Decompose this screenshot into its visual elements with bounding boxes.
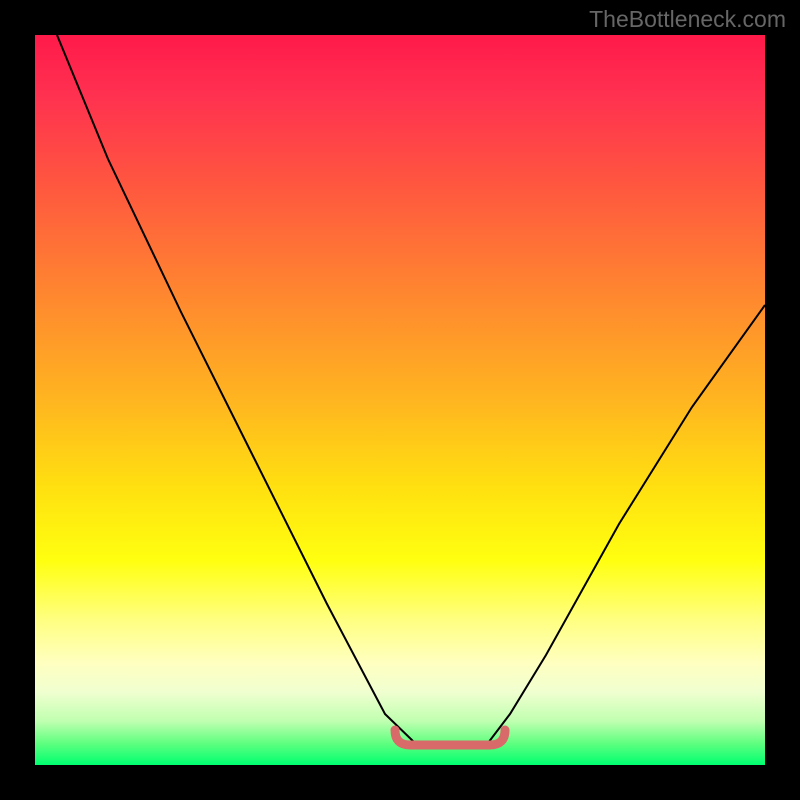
bottleneck-curve-line — [57, 35, 765, 743]
watermark-text: TheBottleneck.com — [589, 6, 786, 33]
plot-area — [35, 35, 765, 765]
optimal-range-marker — [395, 730, 505, 745]
chart-svg — [35, 35, 765, 765]
